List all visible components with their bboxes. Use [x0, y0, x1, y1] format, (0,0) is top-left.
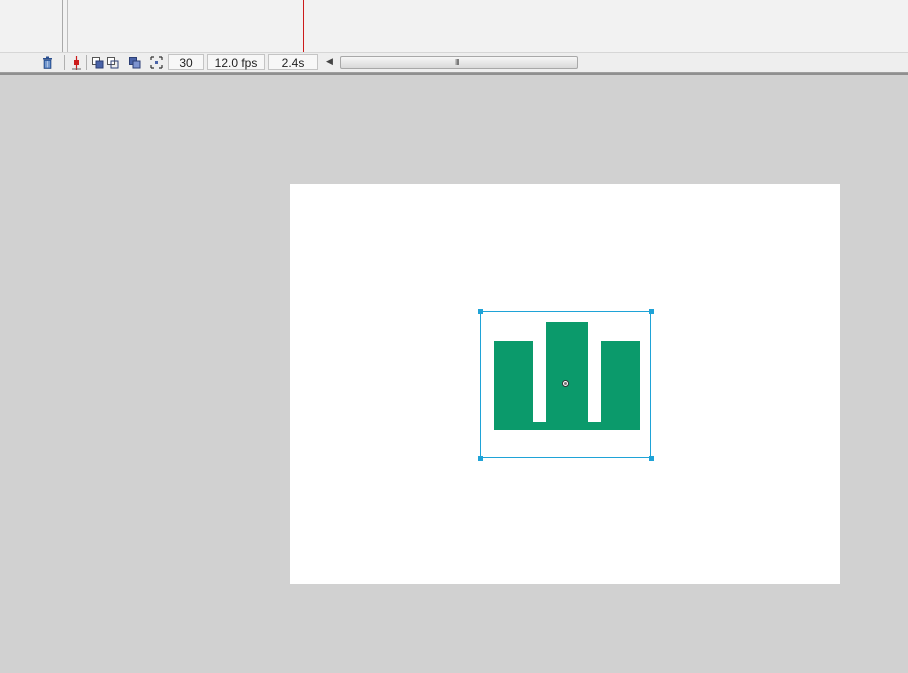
layer-panel-divider[interactable] — [62, 0, 63, 52]
status-separator — [64, 55, 65, 70]
transform-handle-bottom-left[interactable] — [478, 456, 483, 461]
onion-skin-outlines-icon[interactable] — [106, 55, 119, 70]
onion-skin-icon[interactable] — [91, 55, 104, 70]
edit-multiple-frames-icon[interactable] — [128, 55, 141, 70]
timeline-frames-area[interactable] — [0, 0, 908, 53]
transform-handle-top-left[interactable] — [478, 309, 483, 314]
transform-handle-top-right[interactable] — [649, 309, 654, 314]
trash-icon[interactable] — [40, 55, 54, 70]
status-separator — [86, 55, 87, 70]
current-frame-field[interactable]: 30 — [168, 54, 204, 70]
scroll-left-arrow-icon[interactable]: ◀ — [326, 56, 333, 67]
transform-handle-bottom-right[interactable] — [649, 456, 654, 461]
frame-rate-field[interactable]: 12.0 fps — [207, 54, 265, 70]
timeline-status-bar: 30 12.0 fps 2.4s ◀ III — [0, 52, 908, 73]
timeline-panel-edge — [0, 73, 908, 75]
scroll-grip-icon[interactable]: III — [455, 58, 460, 67]
elapsed-time-field: 2.4s — [268, 54, 318, 70]
registration-point-icon[interactable] — [562, 380, 569, 387]
playhead[interactable] — [303, 0, 304, 52]
modify-onion-markers-icon[interactable] — [149, 55, 163, 70]
timeline-horizontal-scrollbar[interactable] — [340, 56, 578, 69]
center-frame-icon[interactable] — [70, 55, 83, 70]
flash-editor: 30 12.0 fps 2.4s ◀ III — [0, 0, 908, 673]
layer-panel-divider-inner — [67, 0, 68, 52]
